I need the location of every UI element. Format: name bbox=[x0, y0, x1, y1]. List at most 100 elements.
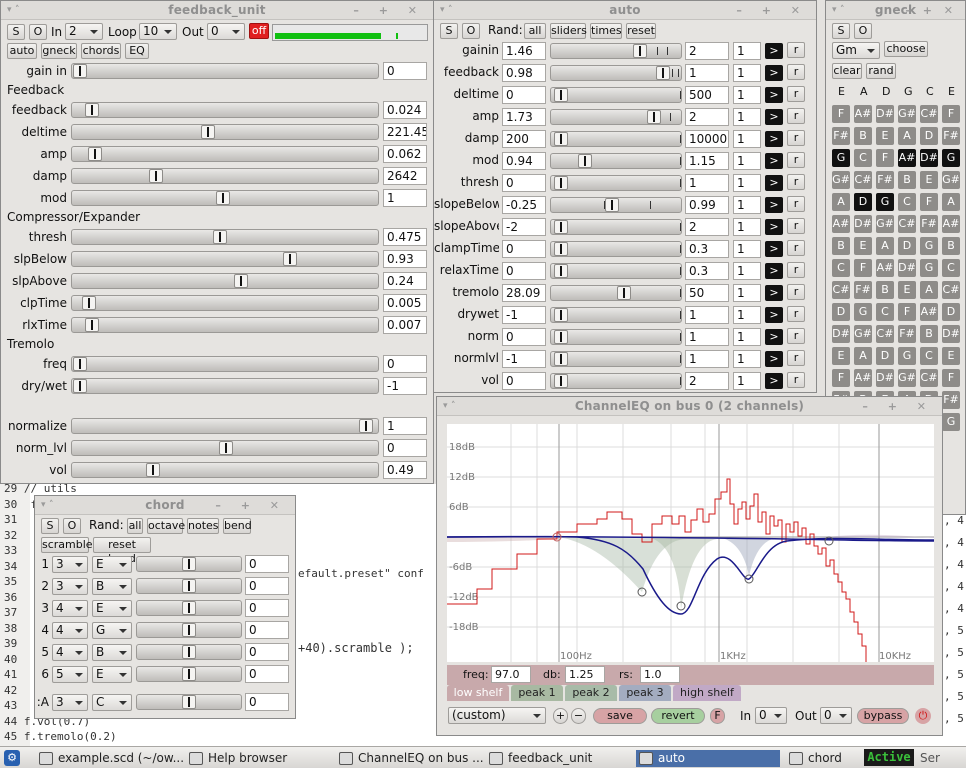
octave-select[interactable]: 3 bbox=[52, 694, 88, 711]
fret-note-0-1[interactable]: A# bbox=[854, 105, 872, 123]
reset-button[interactable]: r bbox=[787, 240, 805, 256]
octave-button[interactable]: octave bbox=[147, 518, 185, 534]
rlxTime-slider[interactable] bbox=[71, 317, 379, 333]
fret-note-7-1[interactable]: F bbox=[854, 259, 872, 277]
min-value-field[interactable]: -1 bbox=[502, 306, 546, 324]
min-value-field[interactable]: 0 bbox=[502, 372, 546, 390]
reset-button[interactable]: r bbox=[787, 328, 805, 344]
go-button[interactable]: > bbox=[765, 307, 783, 323]
fret-note-2-3[interactable]: A# bbox=[898, 149, 916, 167]
fret-note-12-2[interactable]: D# bbox=[876, 369, 894, 387]
note-select[interactable]: E bbox=[92, 600, 132, 617]
deltime-value-field[interactable]: 221.453 bbox=[383, 123, 427, 141]
slider-knob[interactable] bbox=[73, 379, 87, 393]
note-select[interactable]: B bbox=[92, 578, 132, 595]
bend-value-field[interactable]: 0 bbox=[245, 693, 289, 711]
slider-knob[interactable] bbox=[213, 230, 227, 244]
slider-knob[interactable] bbox=[647, 110, 661, 124]
fret-note-11-0[interactable]: E bbox=[832, 347, 850, 365]
go-button[interactable]: > bbox=[765, 131, 783, 147]
bend-button[interactable]: bend bbox=[223, 518, 252, 534]
rate-field[interactable]: 1 bbox=[733, 86, 761, 104]
reset-button[interactable]: r bbox=[787, 372, 805, 388]
max-value-field[interactable]: 500 bbox=[685, 86, 729, 104]
norm_lvl-slider[interactable] bbox=[71, 440, 379, 456]
s-button[interactable]: S bbox=[41, 518, 59, 534]
all-button[interactable]: all bbox=[524, 23, 546, 39]
slider-knob[interactable] bbox=[85, 318, 99, 332]
tab-peak-2[interactable]: peak 2 bbox=[565, 685, 617, 701]
slider-knob[interactable] bbox=[88, 147, 102, 161]
fret-note-11-3[interactable]: G bbox=[898, 347, 916, 365]
damp-slider[interactable] bbox=[71, 168, 379, 184]
fret-note-10-1[interactable]: G# bbox=[854, 325, 872, 343]
slider-knob[interactable] bbox=[359, 419, 373, 433]
slider-knob[interactable] bbox=[578, 154, 592, 168]
norm-range-slider[interactable] bbox=[550, 329, 682, 345]
o-button[interactable]: O bbox=[462, 23, 480, 39]
vol-slider[interactable] bbox=[71, 462, 379, 478]
clpTime-value-field[interactable]: 0.005 bbox=[383, 294, 427, 312]
min-value-field[interactable]: 0 bbox=[502, 240, 546, 258]
title-bar[interactable]: ▾ ˄ ChannelEQ on bus 0 (2 channels) – + ✕ bbox=[437, 397, 942, 416]
slider-knob[interactable] bbox=[182, 667, 196, 681]
start-icon[interactable]: ⚙ bbox=[4, 750, 20, 766]
slider-knob[interactable] bbox=[554, 264, 568, 278]
off-toggle[interactable]: off bbox=[249, 23, 269, 39]
slpBelow-slider[interactable] bbox=[71, 251, 379, 267]
go-button[interactable]: > bbox=[765, 87, 783, 103]
fret-note-0-0[interactable]: F bbox=[832, 105, 850, 123]
fret-note-5-2[interactable]: G# bbox=[876, 215, 894, 233]
min-value-field[interactable]: 1.73 bbox=[502, 108, 546, 126]
o-button[interactable]: O bbox=[29, 24, 47, 40]
max-value-field[interactable]: 1 bbox=[685, 306, 729, 324]
title-bar[interactable]: ▾ ˄ auto – + ✕ bbox=[434, 1, 816, 20]
go-button[interactable]: > bbox=[765, 373, 783, 389]
slider-knob[interactable] bbox=[182, 623, 196, 637]
tab-high-shelf[interactable]: high shelf bbox=[673, 685, 741, 701]
min-value-field[interactable]: -2 bbox=[502, 218, 546, 236]
all-button[interactable]: all bbox=[127, 518, 143, 534]
bend-value-field[interactable]: 0 bbox=[245, 621, 289, 639]
revert-button[interactable]: revert bbox=[651, 708, 705, 724]
slider-knob[interactable] bbox=[554, 330, 568, 344]
fret-note-9-0[interactable]: D bbox=[832, 303, 850, 321]
title-bar[interactable]: ▾ ˄ gneck – + ✕ bbox=[826, 1, 965, 20]
normlvl-range-slider[interactable] bbox=[550, 351, 682, 367]
EQ-button[interactable]: EQ bbox=[125, 43, 149, 59]
auto-button[interactable]: auto bbox=[7, 43, 37, 59]
bend-value-field[interactable]: 0 bbox=[245, 643, 289, 661]
add-preset-button[interactable]: + bbox=[553, 708, 568, 724]
reset-bend-button[interactable]: reset bend bbox=[93, 537, 151, 565]
fret-note-1-0[interactable]: F# bbox=[832, 127, 850, 145]
slider-knob[interactable] bbox=[149, 169, 163, 183]
fret-note-4-5[interactable]: A bbox=[942, 193, 960, 211]
fret-note-1-1[interactable]: B bbox=[854, 127, 872, 145]
tab-peak-1[interactable]: peak 1 bbox=[511, 685, 563, 701]
go-button[interactable]: > bbox=[765, 285, 783, 301]
fret-note-8-2[interactable]: B bbox=[876, 281, 894, 299]
loop-select[interactable]: 10 bbox=[139, 23, 177, 40]
reset-button[interactable]: r bbox=[787, 174, 805, 190]
reset-button[interactable]: r bbox=[787, 306, 805, 322]
reset-button[interactable]: r bbox=[787, 42, 805, 58]
max-value-field[interactable]: 2 bbox=[685, 108, 729, 126]
tab-low-shelf[interactable]: low shelf bbox=[447, 685, 509, 701]
fret-note-10-3[interactable]: F# bbox=[898, 325, 916, 343]
reset-button[interactable]: r bbox=[787, 350, 805, 366]
taskbar-item[interactable]: ChannelEQ on bus ... bbox=[336, 750, 484, 767]
go-button[interactable]: > bbox=[765, 241, 783, 257]
fret-note-6-4[interactable]: G bbox=[920, 237, 938, 255]
fret-note-8-1[interactable]: F# bbox=[854, 281, 872, 299]
go-button[interactable]: > bbox=[765, 197, 783, 213]
gneck-button[interactable]: gneck bbox=[41, 43, 77, 59]
fret-note-12-0[interactable]: F bbox=[832, 369, 850, 387]
tremolo-range-slider[interactable] bbox=[550, 285, 682, 301]
slider-knob[interactable] bbox=[656, 66, 670, 80]
fret-note-11-4[interactable]: C bbox=[920, 347, 938, 365]
note-select[interactable]: E bbox=[92, 666, 132, 683]
reset-button[interactable]: r bbox=[787, 86, 805, 102]
slider-knob[interactable] bbox=[146, 463, 160, 477]
bend-slider[interactable] bbox=[136, 622, 242, 638]
fret-note-2-4[interactable]: D# bbox=[920, 149, 938, 167]
